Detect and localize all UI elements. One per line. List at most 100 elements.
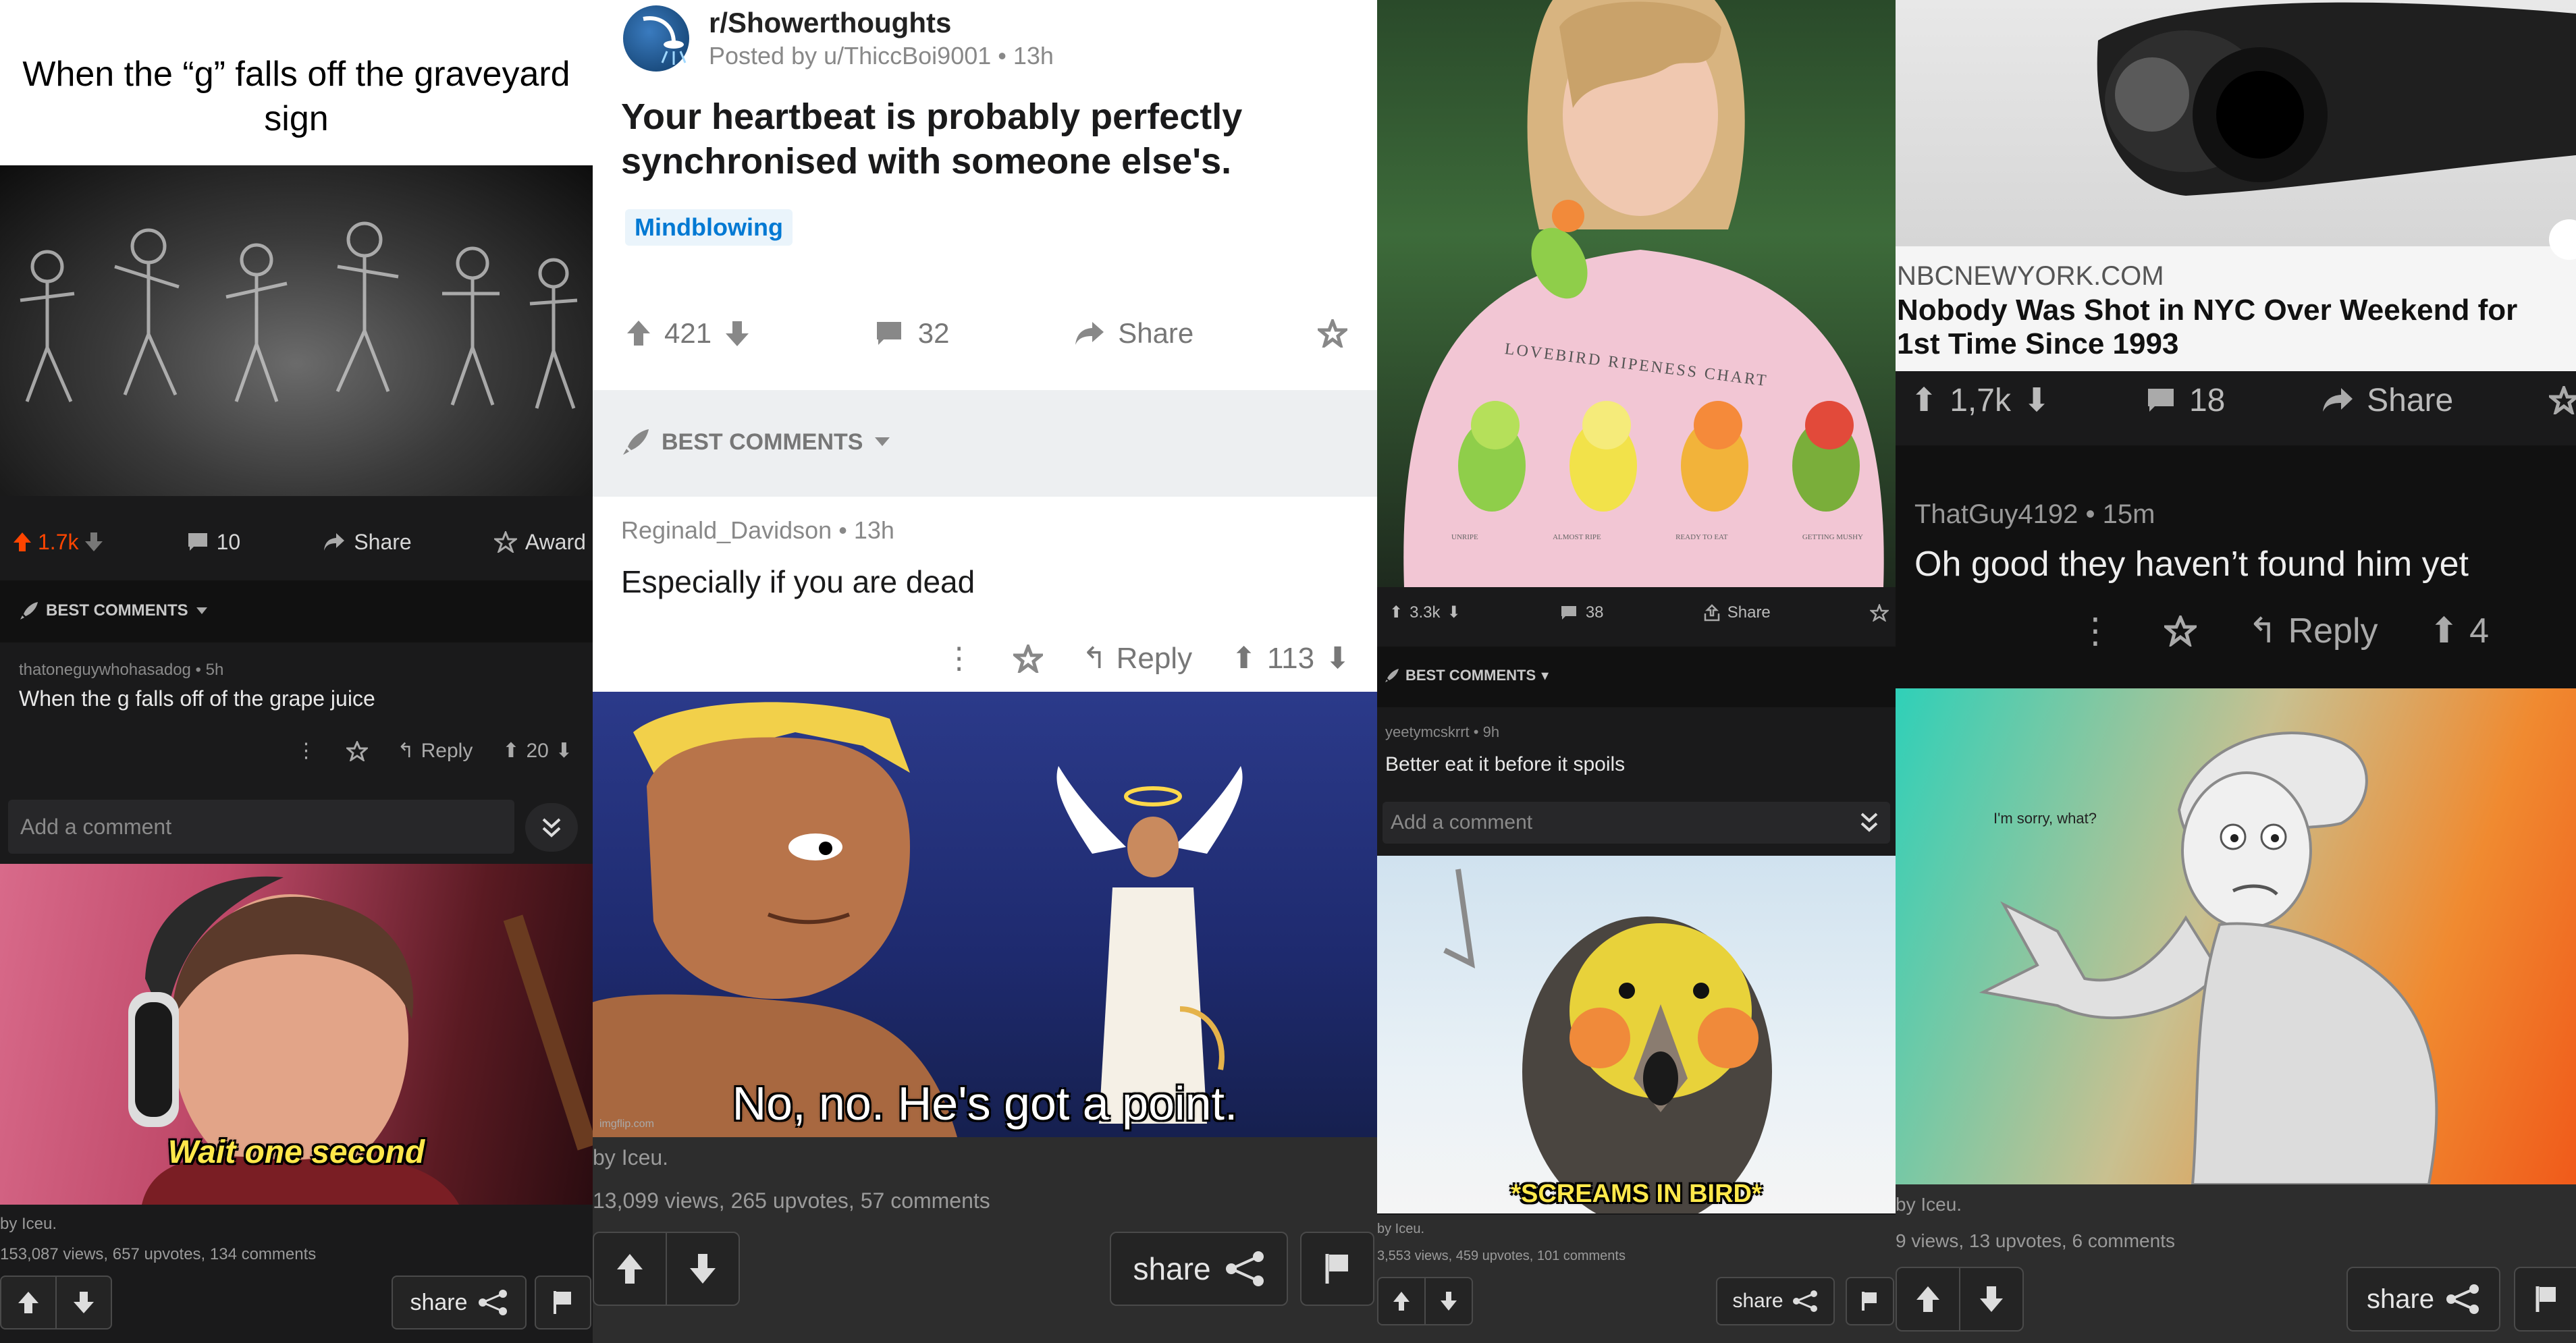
arrow-down-icon xyxy=(72,1290,95,1315)
bird-label-row: UNRIPE ALMOST RIPE READY TO EAT GETTING … xyxy=(1451,533,1863,541)
upvote-arrow-icon[interactable] xyxy=(12,531,32,553)
downvote-button[interactable] xyxy=(1424,1277,1473,1325)
expand-button[interactable] xyxy=(525,803,578,852)
share-button[interactable]: Share xyxy=(2321,382,2453,419)
downvote-icon[interactable]: ⬇ xyxy=(1325,641,1350,676)
imgflip-footer: by Iceu. 9 views, 13 upvotes, 6 comments… xyxy=(1896,1184,2576,1343)
share-label: Share xyxy=(1727,603,1771,622)
share-button[interactable]: Share xyxy=(1703,603,1771,622)
subreddit-name[interactable]: r/Showerthoughts xyxy=(709,7,951,39)
flag-button[interactable] xyxy=(1300,1232,1374,1306)
upvote-button[interactable] xyxy=(1377,1277,1426,1325)
post-stats: 3,553 views, 459 upvotes, 101 comments xyxy=(1377,1249,1626,1263)
author-label[interactable]: by Iceu. xyxy=(0,1215,57,1234)
image-caption: Wait one second xyxy=(167,1134,425,1170)
upvote-arrow-icon[interactable]: ⬆ xyxy=(1389,603,1403,622)
add-comment-input[interactable]: Add a comment xyxy=(1383,802,1890,844)
downvote-arrow-icon[interactable] xyxy=(724,319,751,348)
comments-button[interactable]: 10 xyxy=(187,530,240,555)
best-comments-bar[interactable]: BEST COMMENTS ▾ xyxy=(1377,647,1896,707)
downvote-arrow-icon[interactable] xyxy=(84,531,104,553)
double-chevron-down-icon[interactable] xyxy=(1859,810,1879,834)
meme-caption: When the “g” falls off the graveyard sig… xyxy=(22,54,570,138)
downvote-arrow-icon[interactable]: ⬇ xyxy=(2023,381,2050,419)
award-star-icon[interactable] xyxy=(1013,644,1043,673)
author-label[interactable]: by Iceu. xyxy=(593,1145,668,1170)
award-star-icon[interactable] xyxy=(346,740,368,761)
upvote-count: 421 xyxy=(664,317,712,349)
comments-button[interactable]: 32 xyxy=(875,317,950,350)
upvote-button[interactable] xyxy=(593,1232,667,1306)
comment-username[interactable]: Reginald_Davidson xyxy=(621,516,832,544)
arrow-down-icon xyxy=(688,1252,718,1286)
award-star-icon[interactable] xyxy=(1870,603,1889,622)
award-star-icon[interactable] xyxy=(1317,319,1347,348)
upvote-icon[interactable]: ⬆ xyxy=(1231,641,1256,676)
share-button[interactable]: share xyxy=(392,1276,527,1330)
upvote-button[interactable] xyxy=(0,1276,57,1330)
author-label[interactable]: by Iceu. xyxy=(1377,1222,1424,1237)
share-button[interactable]: share xyxy=(1110,1232,1288,1306)
imgflip-footer: by Iceu. 3,553 views, 459 upvotes, 101 c… xyxy=(1377,1215,1896,1343)
comment-bubble-icon xyxy=(875,320,903,347)
more-options-icon[interactable]: ⋮ xyxy=(2078,611,2113,651)
image-caption: I'm sorry, what? xyxy=(1993,810,2097,827)
comment-meta: Reginald_Davidson • 13h xyxy=(621,516,894,544)
award-star-icon[interactable] xyxy=(2164,615,2197,647)
link-preview[interactable]: NBCNEWYORK.COM Nobody Was Shot in NYC Ov… xyxy=(1896,219,2576,371)
downvote-button[interactable] xyxy=(55,1276,112,1330)
more-options-icon[interactable]: ⋮ xyxy=(944,641,974,676)
comment-text: When the g falls off of the grape juice xyxy=(19,686,375,711)
best-comments-bar[interactable]: BEST COMMENTS xyxy=(0,580,593,642)
vote-group: 421 xyxy=(625,317,751,350)
reply-arrow-icon: ↰ xyxy=(2248,611,2278,651)
meme-caption-box: When the “g” falls off the graveyard sig… xyxy=(0,0,593,165)
reply-button[interactable]: ↰ Reply xyxy=(1082,641,1192,676)
award-star-icon[interactable] xyxy=(2549,386,2576,414)
add-comment-input[interactable]: Add a comment xyxy=(8,800,514,854)
post-actions-bar: 1.7k 10 Share Award xyxy=(12,525,586,559)
share-nodes-icon xyxy=(1792,1290,1819,1313)
image-caption: No, no. He's got a point. xyxy=(732,1077,1238,1130)
share-button[interactable]: Share xyxy=(1073,317,1193,350)
comments-button[interactable]: 18 xyxy=(2146,382,2225,419)
reply-button[interactable]: ↰ Reply xyxy=(2248,611,2378,651)
lovebird-shirt-image: LOVEBIRD RIPENESS CHART UNRIPE ALMOST RI… xyxy=(1377,0,1896,587)
award-button[interactable]: Award xyxy=(493,530,586,555)
reply-button[interactable]: ↰ Reply xyxy=(398,739,473,763)
flag-button[interactable] xyxy=(535,1276,591,1330)
comment-username[interactable]: ThatGuy4192 xyxy=(1914,499,2078,529)
best-comments-bar[interactable]: BEST COMMENTS xyxy=(593,390,1377,497)
comment-votes: 113 xyxy=(1266,641,1315,675)
share-button[interactable]: share xyxy=(2346,1267,2500,1332)
post-title[interactable]: Your heartbeat is probably perfectly syn… xyxy=(621,94,1350,184)
woman-in-shirt-illustration xyxy=(1403,0,1884,587)
post-author[interactable]: Posted by u/ThiccBoi9001 xyxy=(709,42,991,70)
downvote-arrow-icon[interactable]: ⬇ xyxy=(1447,603,1460,622)
reply-label: Reply xyxy=(1116,641,1193,675)
comment-username[interactable]: thatoneguywhohasadog xyxy=(19,661,191,679)
post-flair[interactable]: Mindblowing xyxy=(625,209,793,246)
comment-username[interactable]: yeetymcskrrt xyxy=(1385,723,1470,740)
downvote-icon[interactable]: ⬇ xyxy=(556,739,572,763)
chevron-down-icon xyxy=(195,606,209,615)
author-label[interactable]: by Iceu. xyxy=(1896,1194,1962,1215)
share-button[interactable]: Share xyxy=(323,530,412,555)
downvote-button[interactable] xyxy=(1959,1267,2024,1332)
vote-group: ⬆ 3.3k ⬇ xyxy=(1389,603,1461,622)
upvote-icon[interactable]: ⬆ xyxy=(2430,611,2459,651)
more-options-icon[interactable]: ⋮ xyxy=(296,739,317,763)
comment-time: 15m xyxy=(2102,499,2155,529)
award-star-icon xyxy=(493,531,517,553)
share-button[interactable]: share xyxy=(1716,1277,1835,1325)
downvote-button[interactable] xyxy=(666,1232,740,1306)
upvote-icon[interactable]: ⬆ xyxy=(502,739,519,763)
bird-label: UNRIPE xyxy=(1451,533,1478,541)
subreddit-avatar[interactable] xyxy=(623,5,689,72)
flag-button[interactable] xyxy=(2514,1267,2576,1332)
upvote-arrow-icon[interactable]: ⬆ xyxy=(1910,381,1937,419)
comments-button[interactable]: 38 xyxy=(1560,603,1604,622)
flag-button[interactable] xyxy=(1846,1277,1894,1325)
upvote-arrow-icon[interactable] xyxy=(625,319,652,348)
upvote-button[interactable] xyxy=(1896,1267,1960,1332)
